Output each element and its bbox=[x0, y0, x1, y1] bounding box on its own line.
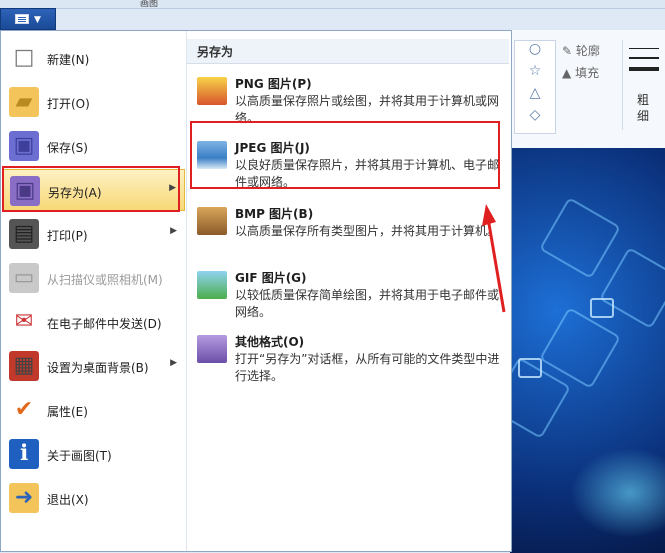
submenu-arrow-icon: ▶ bbox=[170, 226, 177, 236]
size-label: 粗细 bbox=[637, 93, 650, 123]
menu-item-label: 打印(P) bbox=[47, 229, 88, 243]
line-thick-icon bbox=[629, 67, 659, 71]
bucket-icon: ▲ bbox=[562, 66, 572, 80]
menu-item-label: 关于画图(T) bbox=[47, 449, 112, 463]
fill-label: 填充 bbox=[575, 66, 600, 80]
window-title: 画图 bbox=[140, 0, 159, 9]
canvas-image bbox=[510, 148, 665, 553]
shapes-gallery[interactable]: ○ ☆ △ ◇ bbox=[514, 40, 556, 134]
menu-item[interactable]: ▰ 打开(O) bbox=[3, 81, 185, 123]
menu-item-label: 在电子邮件中发送(D) bbox=[47, 317, 162, 331]
lock-icon bbox=[518, 358, 542, 378]
fill-button[interactable]: ▲ 填充 bbox=[562, 64, 599, 81]
title-bar: 画图 bbox=[0, 0, 665, 9]
menu-icon bbox=[15, 14, 29, 24]
menu-item[interactable]: ✉ 在电子邮件中发送(D) bbox=[3, 301, 185, 343]
save-as-heading-bar: 另存为 bbox=[187, 39, 509, 64]
menu-item[interactable]: ✔ 属性(E) bbox=[3, 389, 185, 431]
menu-item[interactable]: □ 新建(N) bbox=[3, 37, 185, 79]
save-format-option[interactable]: GIF 图片(G) 以较低质量保存简单绘图，并将其用于电子邮件或网络。 bbox=[191, 267, 505, 327]
line-medium-icon bbox=[629, 57, 659, 59]
chevron-down-icon: ▼ bbox=[34, 15, 41, 25]
size-button[interactable]: 粗细 bbox=[622, 40, 665, 130]
option-title: PNG 图片(P) bbox=[235, 77, 312, 91]
option-description: 以较低质量保存简单绘图，并将其用于电子邮件或网络。 bbox=[235, 288, 500, 319]
menu-item[interactable]: ➜ 退出(X) bbox=[3, 477, 185, 519]
left-menu: □ 新建(N) ▰ 打开(O) ▣ 保存(S) ▣ 另存为(A) ▶ ▤ 打印(P) ▶ ▭ 从扫描仪或照… bbox=[1, 31, 187, 551]
menu-item[interactable]: ▦ 设置为桌面背景(B) ▶ bbox=[3, 345, 185, 387]
info-icon: ℹ bbox=[9, 439, 39, 469]
menu-item[interactable]: ▤ 打印(P) ▶ bbox=[3, 213, 185, 255]
desktop-bg-icon: ▦ bbox=[9, 351, 39, 381]
menu-item[interactable]: ▭ 从扫描仪或照相机(M) bbox=[3, 257, 185, 299]
annotation-arrow bbox=[482, 204, 506, 313]
exit-icon: ➜ bbox=[9, 483, 39, 513]
email-icon: ✉ bbox=[9, 307, 39, 337]
menu-item-label: 新建(N) bbox=[47, 53, 90, 67]
menu-item[interactable]: ℹ 关于画图(T) bbox=[3, 433, 185, 475]
menu-item[interactable]: ▣ 保存(S) bbox=[3, 125, 185, 167]
save-format-option[interactable]: 其他格式(O) 打开“另存为”对话框，从所有可能的文件类型中进行选择。 bbox=[191, 331, 505, 391]
checkmark-icon: ✔ bbox=[9, 395, 39, 425]
save-as-panel: 另存为 PNG 图片(P) 以高质量保存照片或绘图，并将其用于计算机或网络。 JPE… bbox=[187, 39, 511, 551]
menu-item-label: 从扫描仪或照相机(M) bbox=[47, 273, 163, 287]
printer-icon: ▤ bbox=[9, 219, 39, 249]
option-title: 其他格式(O) bbox=[235, 335, 305, 349]
menu-item-label: 退出(X) bbox=[47, 493, 89, 507]
shape-oval-icon[interactable]: ○ bbox=[515, 41, 555, 63]
option-description: 以高质量保存所有类型图片，并将其用于计算机。 bbox=[235, 224, 500, 238]
menu-item-label: 打开(O) bbox=[47, 97, 90, 111]
option-description: 打开“另存为”对话框，从所有可能的文件类型中进行选择。 bbox=[235, 352, 500, 383]
menu-item-label: 设置为桌面背景(B) bbox=[47, 361, 149, 375]
outline-button[interactable]: ✎ 轮廓 bbox=[562, 42, 600, 59]
lock-icon bbox=[590, 298, 614, 318]
new-file-icon: □ bbox=[9, 43, 39, 73]
menu-item-label: 保存(S) bbox=[47, 141, 88, 155]
highlight-box bbox=[2, 166, 180, 212]
highlight-box bbox=[190, 121, 500, 189]
gif-image-icon bbox=[197, 271, 227, 299]
menu-item-label: 属性(E) bbox=[47, 405, 88, 419]
glow-shape bbox=[570, 448, 665, 538]
line-thin-icon bbox=[629, 48, 659, 49]
shape-triangle-icon[interactable]: △ bbox=[515, 85, 555, 107]
other-formats-icon bbox=[197, 335, 227, 363]
save-as-heading: 另存为 bbox=[197, 45, 234, 59]
option-title: GIF 图片(G) bbox=[235, 271, 307, 285]
shape-star-icon[interactable]: ☆ bbox=[515, 63, 555, 85]
open-folder-icon: ▰ bbox=[9, 87, 39, 117]
ribbon: ○ ☆ △ ◇ ✎ 轮廓 ▲ 填充 粗细 bbox=[510, 30, 665, 149]
submenu-arrow-icon: ▶ bbox=[170, 358, 177, 368]
shape-diamond-icon[interactable]: ◇ bbox=[515, 107, 555, 129]
bmp-image-icon bbox=[197, 207, 227, 235]
hexagon-shape bbox=[539, 197, 621, 279]
outline-label: 轮廓 bbox=[575, 44, 600, 58]
option-title: BMP 图片(B) bbox=[235, 207, 314, 221]
file-menu: □ 新建(N) ▰ 打开(O) ▣ 保存(S) ▣ 另存为(A) ▶ ▤ 打印(P) ▶ ▭ 从扫描仪或照… bbox=[0, 30, 512, 552]
save-disk-icon: ▣ bbox=[9, 131, 39, 161]
pencil-icon: ✎ bbox=[562, 44, 573, 58]
png-image-icon bbox=[197, 77, 227, 105]
file-menu-button[interactable]: ▼ bbox=[0, 8, 56, 30]
scanner-icon: ▭ bbox=[9, 263, 39, 293]
save-format-option[interactable]: BMP 图片(B) 以高质量保存所有类型图片，并将其用于计算机。 bbox=[191, 203, 505, 263]
